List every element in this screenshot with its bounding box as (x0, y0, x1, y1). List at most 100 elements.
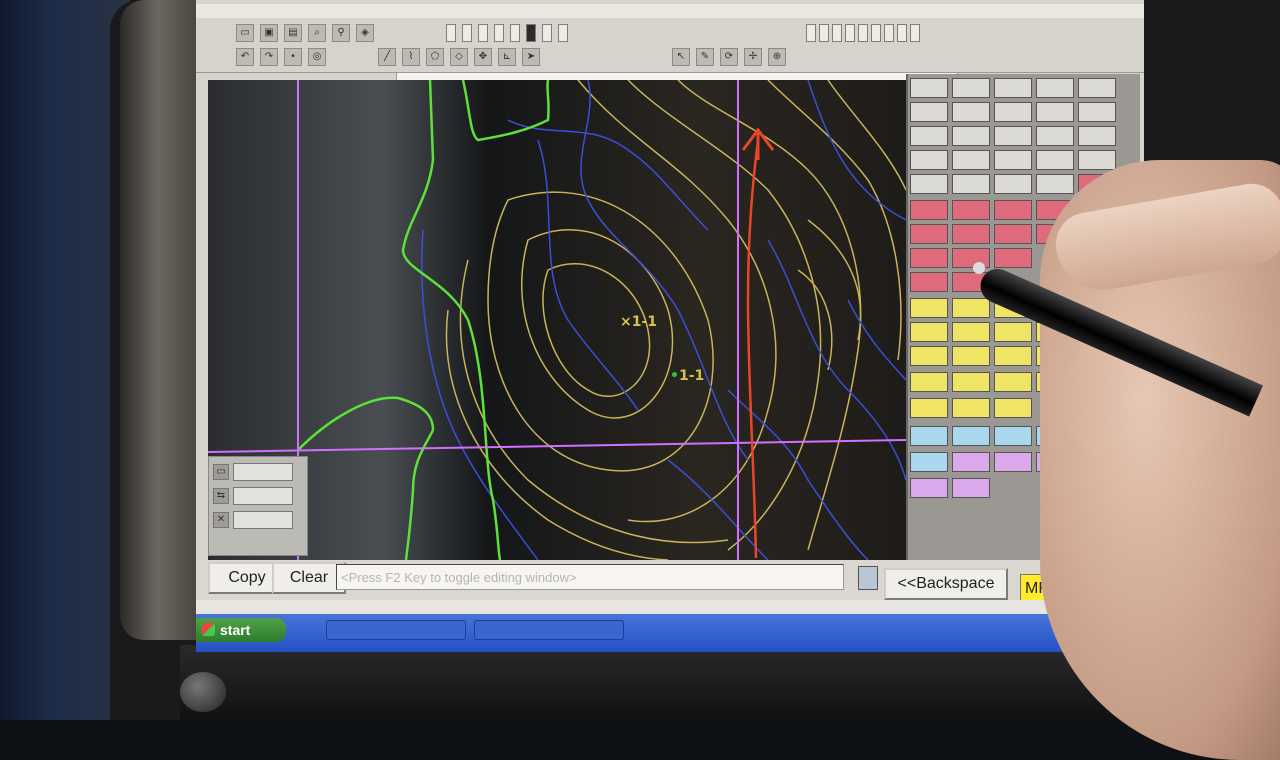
rotate-icon[interactable]: ⟳ (720, 48, 738, 66)
keypad-key[interactable] (910, 322, 948, 342)
keypad-key[interactable] (1036, 126, 1074, 146)
panel-button-3[interactable] (233, 511, 293, 529)
keypad-key[interactable] (994, 150, 1032, 170)
keypad-key[interactable] (910, 200, 948, 220)
keypad-key[interactable] (952, 322, 990, 342)
toolbar-right-button-5[interactable] (858, 24, 868, 42)
keyboard-icon[interactable] (858, 566, 878, 590)
toolbar-right-button-1[interactable] (806, 24, 816, 42)
taskbar-item-2[interactable] (474, 620, 624, 640)
keypad-key[interactable] (910, 372, 948, 392)
toolbar-right-button-6[interactable] (871, 24, 881, 42)
print-icon[interactable]: ▤ (284, 24, 302, 42)
keypad-key[interactable] (952, 200, 990, 220)
polyline-tool-icon[interactable]: ⌇ (402, 48, 420, 66)
toolbar-button-6[interactable] (526, 24, 536, 42)
keypad-key[interactable] (1036, 102, 1074, 122)
toolbar-right-button-4[interactable] (845, 24, 855, 42)
keypad-key[interactable] (952, 78, 990, 98)
keypad-key[interactable] (952, 346, 990, 366)
vertex-tool-icon[interactable]: ◇ (450, 48, 468, 66)
keypad-key[interactable] (1078, 78, 1116, 98)
keypad-key[interactable] (1036, 174, 1074, 194)
toolbar-right-button-8[interactable] (897, 24, 907, 42)
open-icon[interactable]: ▭ (236, 24, 254, 42)
keypad-key[interactable] (910, 398, 948, 418)
keypad-key[interactable] (952, 398, 990, 418)
panel-button-2[interactable] (233, 487, 293, 505)
keypad-key[interactable] (952, 372, 990, 392)
measure-tool-icon[interactable]: ⊾ (498, 48, 516, 66)
keypad-key[interactable] (1036, 78, 1074, 98)
keypad-key[interactable] (910, 452, 948, 472)
globe-icon[interactable]: ◎ (308, 48, 326, 66)
pin-icon[interactable]: ⚲ (332, 24, 350, 42)
keypad-key[interactable] (910, 346, 948, 366)
keypad-key[interactable] (910, 248, 948, 268)
keypad-key[interactable] (952, 150, 990, 170)
keypad-key[interactable] (910, 102, 948, 122)
keypad-key[interactable] (1078, 102, 1116, 122)
toolbar-button-2[interactable] (462, 24, 472, 42)
search-icon[interactable]: ⌕ (308, 24, 326, 42)
keypad-key[interactable] (952, 298, 990, 318)
toolbar-right-button-7[interactable] (884, 24, 894, 42)
keypad-key[interactable] (1078, 126, 1116, 146)
toolbar-right-button-2[interactable] (819, 24, 829, 42)
keypad-key[interactable] (1078, 150, 1116, 170)
pen-icon[interactable]: ✎ (696, 48, 714, 66)
keypad-key[interactable] (994, 426, 1032, 446)
keypad-key[interactable] (994, 398, 1032, 418)
keypad-key[interactable] (994, 200, 1032, 220)
toolbar-button-1[interactable] (446, 24, 456, 42)
taskbar-item-1[interactable] (326, 620, 466, 640)
keypad-key[interactable] (1036, 150, 1074, 170)
pointer-icon[interactable]: ↖ (672, 48, 690, 66)
toolbar-right-button-3[interactable] (832, 24, 842, 42)
move-icon[interactable]: ✢ (744, 48, 762, 66)
backspace-button[interactable]: <<Backspace (884, 568, 1008, 600)
line-tool-icon[interactable]: ╱ (378, 48, 396, 66)
keypad-key[interactable] (994, 224, 1032, 244)
keypad-key[interactable] (910, 174, 948, 194)
start-button[interactable]: start (196, 618, 286, 642)
save-icon[interactable]: ▣ (260, 24, 278, 42)
keypad-key[interactable] (952, 126, 990, 146)
clear-button[interactable]: Clear (272, 562, 346, 594)
redo-icon[interactable]: ↷ (260, 48, 278, 66)
keypad-key[interactable] (910, 272, 948, 292)
waypoint-marker-2[interactable]: •1-1 (670, 368, 704, 384)
undo-icon[interactable]: ↶ (236, 48, 254, 66)
keypad-key[interactable] (994, 322, 1032, 342)
command-input[interactable]: <Press F2 Key to toggle editing window> (336, 564, 844, 590)
toolbar-button-5[interactable] (510, 24, 520, 42)
polygon-tool-icon[interactable]: ⬠ (426, 48, 444, 66)
keypad-key[interactable] (910, 478, 948, 498)
toolbar-button-3[interactable] (478, 24, 488, 42)
keypad-key[interactable] (952, 224, 990, 244)
zoom-icon[interactable]: ⊕ (768, 48, 786, 66)
keypad-key[interactable] (994, 248, 1032, 268)
keypad-key[interactable] (952, 102, 990, 122)
waypoint-marker-1[interactable]: ×1-1 (620, 314, 657, 330)
toolbar-button-4[interactable] (494, 24, 504, 42)
keypad-key[interactable] (910, 224, 948, 244)
arrow-tool-icon[interactable]: ➤ (522, 48, 540, 66)
keypad-key[interactable] (952, 174, 990, 194)
toolbar-right-button-9[interactable] (910, 24, 920, 42)
layer-icon[interactable]: ◈ (356, 24, 374, 42)
panel-button-1[interactable] (233, 463, 293, 481)
keypad-key[interactable] (952, 426, 990, 446)
keypad-key[interactable] (910, 78, 948, 98)
map-view[interactable]: ×1-1 •1-1 (208, 80, 908, 560)
keypad-key[interactable] (994, 174, 1032, 194)
keypad-key[interactable] (994, 102, 1032, 122)
keypad-key[interactable] (994, 346, 1032, 366)
toolbar-button-8[interactable] (558, 24, 568, 42)
keypad-key[interactable] (910, 426, 948, 446)
toolbar-button-7[interactable] (542, 24, 552, 42)
keypad-key[interactable] (952, 478, 990, 498)
keypad-key[interactable] (910, 298, 948, 318)
keypad-key[interactable] (994, 452, 1032, 472)
keypad-key[interactable] (952, 452, 990, 472)
